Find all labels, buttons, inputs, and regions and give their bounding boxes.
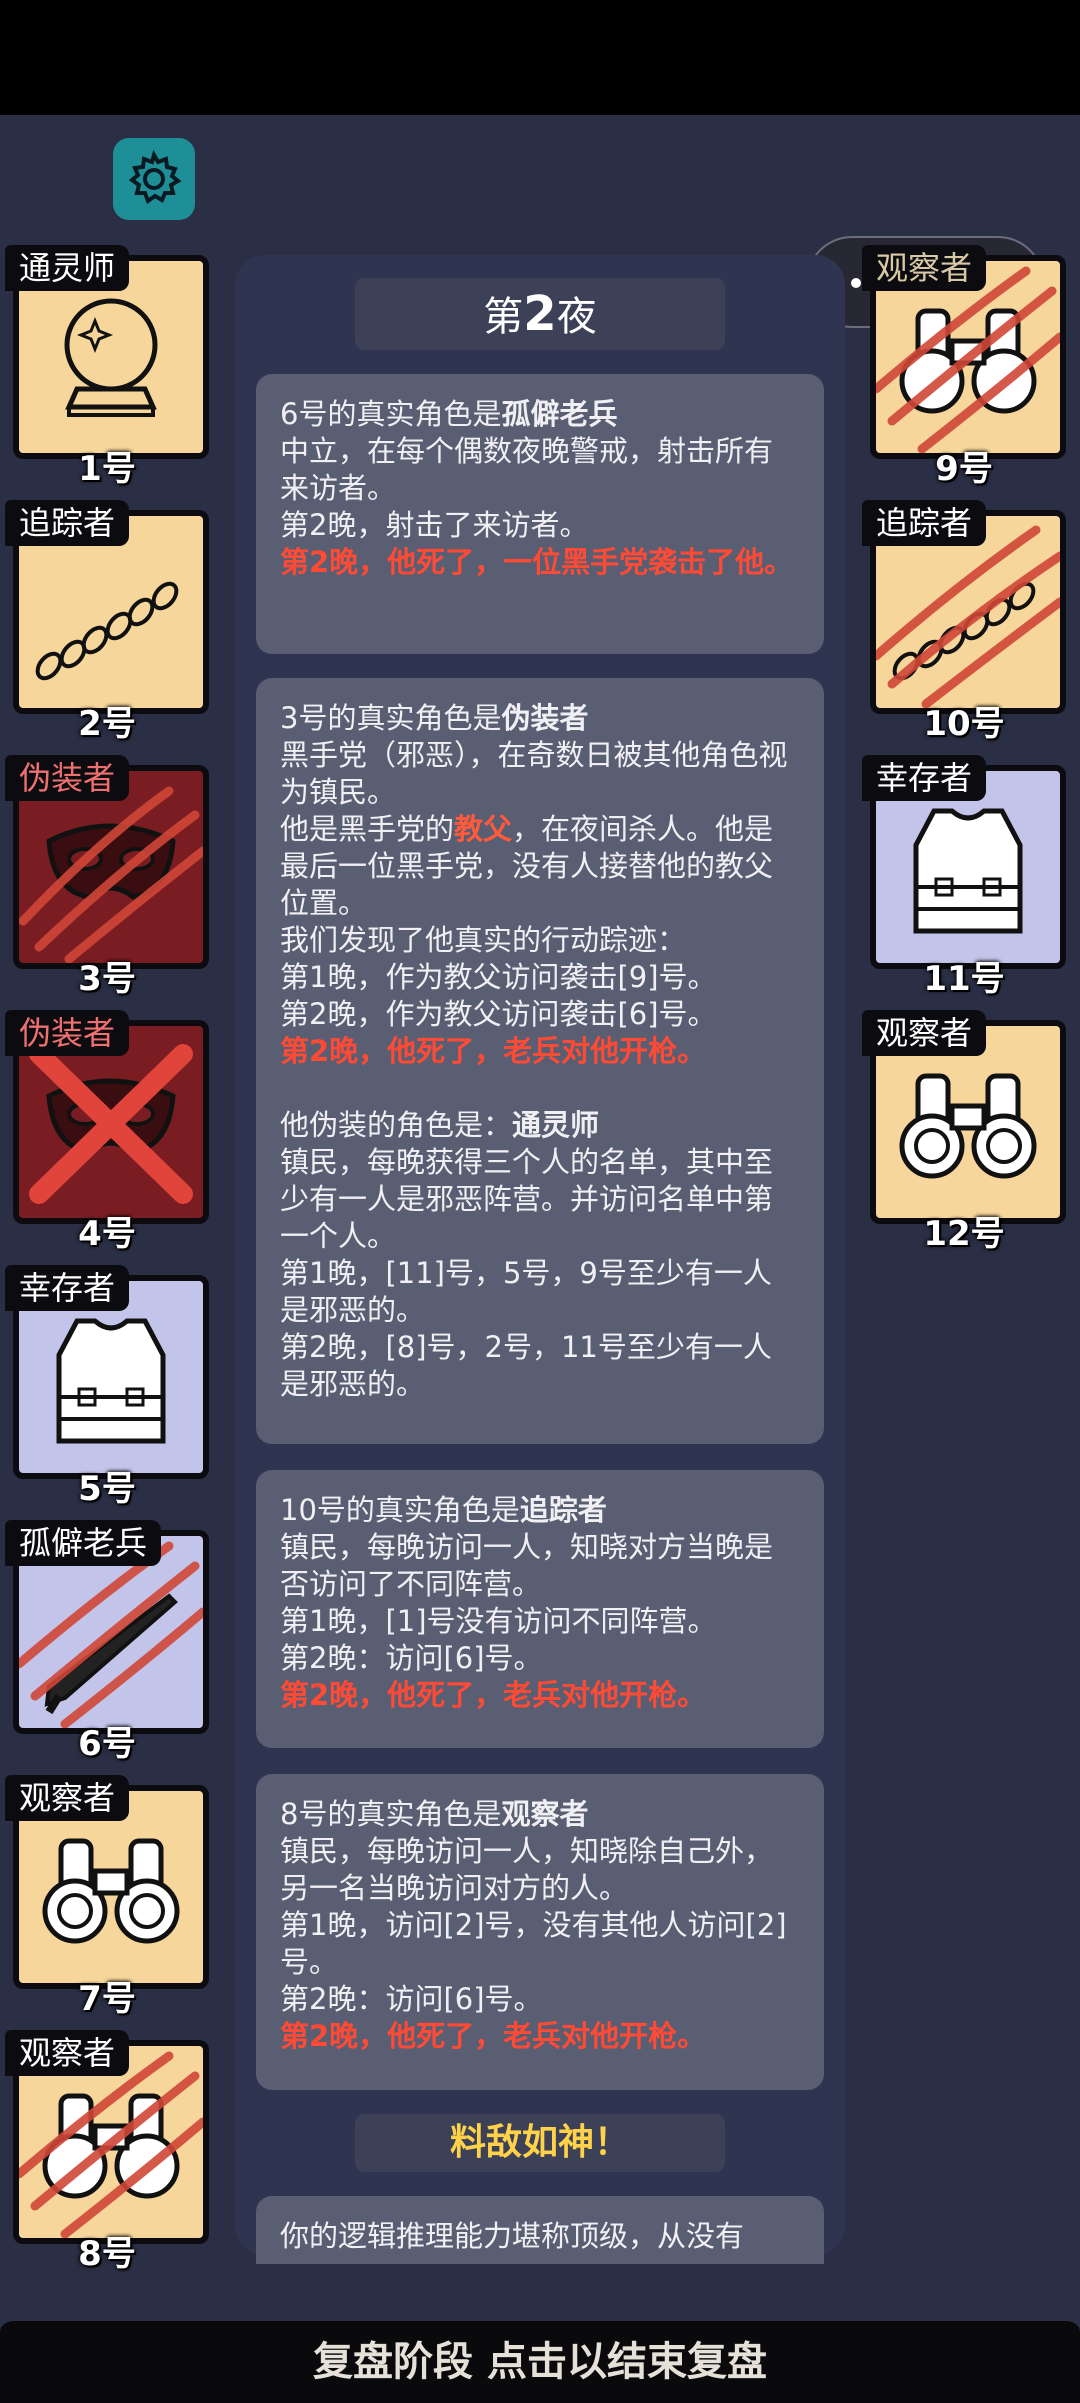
player-card-3[interactable]: 伪装者 3号: [5, 755, 209, 999]
night-suffix: 夜: [556, 294, 597, 340]
verdict-title: 料敌如神！: [355, 2114, 725, 2172]
entry-player-6: 6号的真实角色是孤僻老兵 中立，在每个偶数夜晚警戒，射击所有来访者。 第2晚，射…: [256, 374, 824, 654]
player-card-1[interactable]: 通灵师 1号: [5, 245, 209, 489]
role-label: 幸存者: [5, 1265, 130, 1311]
player-number: 3号: [78, 959, 136, 999]
player-card-4[interactable]: 伪装者 4号: [5, 1010, 209, 1254]
status-bar: [0, 0, 1080, 115]
player-number: 5号: [78, 1469, 136, 1509]
entry-player-3: 3号的真实角色是伪装者 黑手党（邪恶），在奇数日被其他角色视为镇民。 他是黑手党…: [256, 678, 824, 1444]
player-number: 12号: [923, 1214, 1005, 1254]
player-number: 4号: [78, 1214, 136, 1254]
role-label: 观察者: [5, 2030, 130, 2076]
night-number: 2: [523, 286, 557, 342]
entry-player-8: 8号的真实角色是观察者 镇民，每晚访问一人，知晓除自己外，另一名当晚访问对方的人…: [256, 1774, 824, 2090]
player-card-12[interactable]: 观察者 12号: [862, 1010, 1066, 1254]
settings-button[interactable]: [113, 138, 195, 220]
role-label: 观察者: [862, 1010, 987, 1056]
player-card-9[interactable]: 观察者 9号: [862, 245, 1066, 489]
player-number: 11号: [923, 959, 1005, 999]
player-card-11[interactable]: 幸存者 11号: [862, 755, 1066, 999]
night-title: 第2夜: [355, 278, 725, 350]
end-review-button[interactable]: 复盘阶段 点击以结束复盘: [0, 2318, 1080, 2403]
role-label: 观察者: [862, 245, 987, 291]
final-comment: 你的逻辑推理能力堪称顶级，从没有: [256, 2196, 824, 2264]
player-card-2[interactable]: 追踪者 2号: [5, 500, 209, 744]
player-number: 2号: [78, 704, 136, 744]
role-label: 追踪者: [5, 500, 130, 546]
role-label: 追踪者: [862, 500, 987, 546]
role-label: 伪装者: [5, 755, 130, 801]
player-number: 7号: [78, 1979, 136, 2019]
entry-player-10: 10号的真实角色是追踪者 镇民，每晚访问一人，知晓对方当晚是否访问了不同阵营。 …: [256, 1470, 824, 1748]
role-label: 伪装者: [5, 1010, 130, 1056]
player-card-10[interactable]: 追踪者 10号: [862, 500, 1066, 744]
player-card-7[interactable]: 观察者 7号: [5, 1775, 209, 2019]
role-label: 孤僻老兵: [5, 1520, 162, 1566]
role-label: 幸存者: [862, 755, 987, 801]
player-number: 8号: [78, 2234, 136, 2274]
player-number: 6号: [78, 1724, 136, 1764]
player-number: 1号: [78, 449, 136, 489]
role-label: 通灵师: [5, 245, 130, 291]
player-card-8[interactable]: 观察者 8号: [5, 2030, 209, 2274]
role-label: 观察者: [5, 1775, 130, 1821]
player-number: 10号: [923, 704, 1005, 744]
gear-icon: [128, 149, 182, 205]
night-prefix: 第: [483, 294, 524, 340]
player-number: 9号: [935, 449, 993, 489]
player-card-6[interactable]: 孤僻老兵 6号: [5, 1520, 209, 1764]
player-card-5[interactable]: 幸存者 5号: [5, 1265, 209, 1509]
